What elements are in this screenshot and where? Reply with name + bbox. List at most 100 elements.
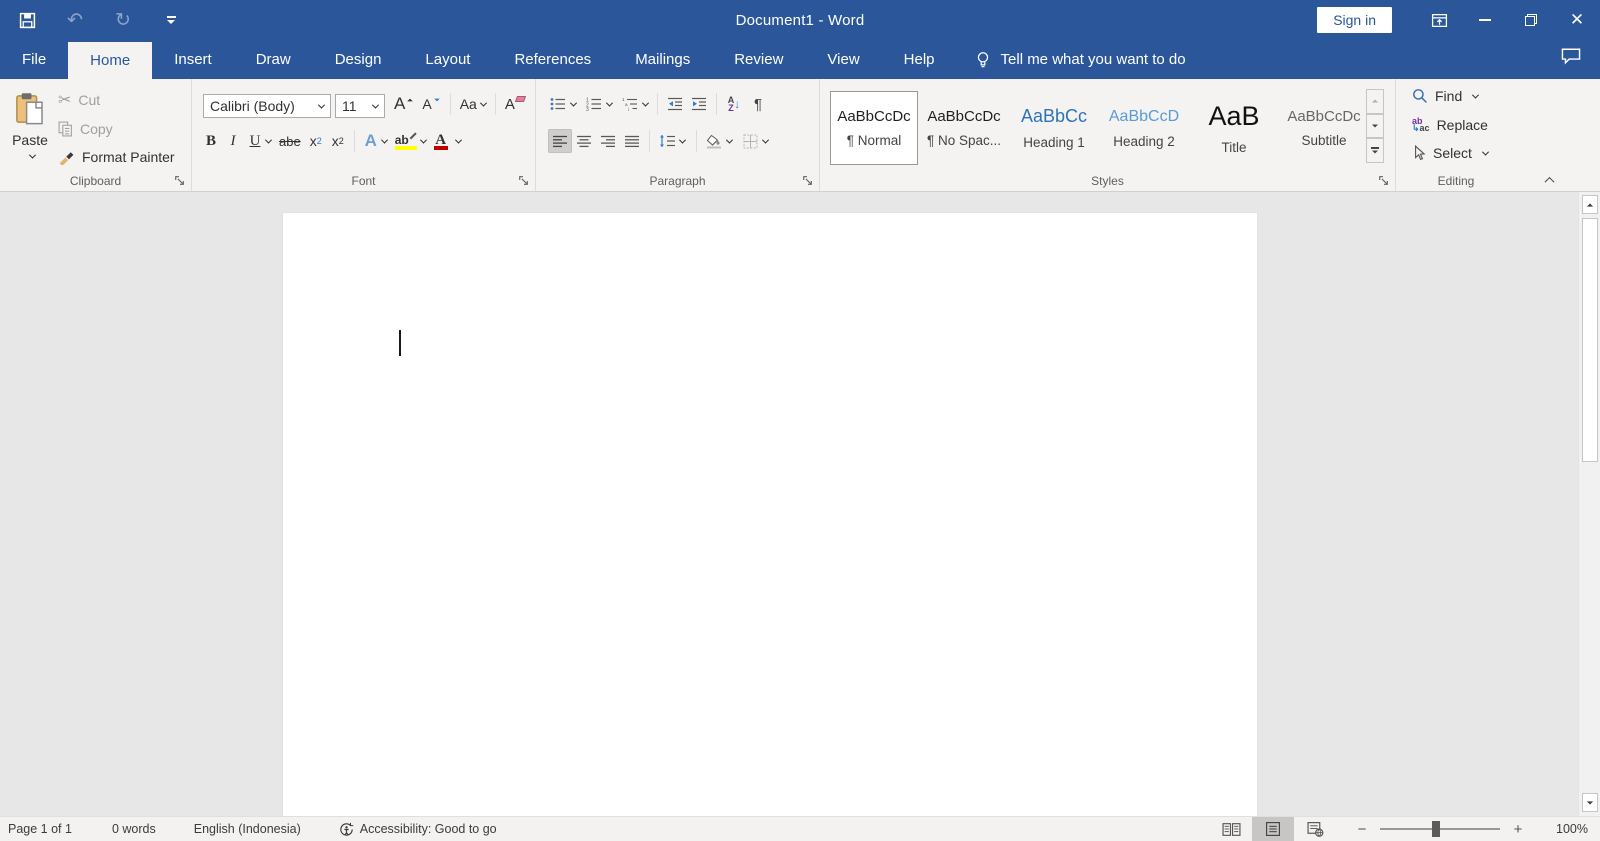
strikethrough-button[interactable]: abe <box>275 129 305 153</box>
paragraph-dialog-launcher-icon[interactable] <box>801 174 814 187</box>
decrease-indent-button[interactable] <box>663 92 687 116</box>
tab-insert[interactable]: Insert <box>152 40 234 79</box>
clear-formatting-button[interactable]: A <box>501 92 529 116</box>
shrink-font-button[interactable]: A <box>418 92 444 116</box>
tab-help[interactable]: Help <box>882 40 957 79</box>
styles-scroll-down-icon[interactable] <box>1366 113 1384 139</box>
bold-button[interactable]: B <box>200 129 222 153</box>
font-dialog-launcher-icon[interactable] <box>517 174 530 187</box>
font-name-combobox[interactable]: Calibri (Body) <box>203 94 331 118</box>
tab-layout[interactable]: Layout <box>403 40 492 79</box>
change-case-button[interactable]: Aa <box>456 92 490 116</box>
underline-dropdown-icon[interactable] <box>264 136 273 144</box>
styles-gallery-more-icon[interactable] <box>1366 138 1384 164</box>
highlight-dropdown-icon[interactable] <box>419 136 427 144</box>
collapse-ribbon-icon[interactable] <box>1540 171 1558 189</box>
numbering-button[interactable]: 123 <box>582 92 606 116</box>
align-left-button[interactable] <box>548 129 572 153</box>
font-size-combobox[interactable]: 11 <box>335 94 385 118</box>
find-button[interactable]: Find <box>1412 88 1480 104</box>
close-button[interactable]: ✕ <box>1554 0 1600 40</box>
tab-review[interactable]: Review <box>712 40 805 79</box>
text-highlight-button[interactable]: ab <box>391 129 421 153</box>
text-effects-dropdown-icon[interactable] <box>380 136 388 144</box>
ribbon-display-options-icon[interactable] <box>1416 0 1462 40</box>
justify-button[interactable] <box>620 129 644 153</box>
align-center-button[interactable] <box>572 129 596 153</box>
font-name-dropdown-icon[interactable] <box>317 101 326 109</box>
document-page[interactable] <box>283 213 1257 816</box>
find-dropdown-icon[interactable] <box>1472 91 1480 99</box>
word-count-status[interactable]: 0 words <box>100 817 168 841</box>
grow-font-button[interactable]: A <box>390 92 418 116</box>
style-heading-2[interactable]: AaBbCcD Heading 2 <box>1100 91 1188 165</box>
bullets-button[interactable] <box>546 92 570 116</box>
multilevel-dropdown-icon[interactable] <box>641 99 650 107</box>
tab-design[interactable]: Design <box>313 40 404 79</box>
styles-scroll-up-icon[interactable] <box>1366 89 1384 114</box>
style-heading-1[interactable]: AaBbCc Heading 1 <box>1010 91 1098 165</box>
comments-icon[interactable] <box>1560 46 1582 66</box>
restore-button[interactable] <box>1508 0 1554 40</box>
zoom-in-icon[interactable]: + <box>1510 821 1526 838</box>
numbering-dropdown-icon[interactable] <box>605 99 614 107</box>
multilevel-list-button[interactable]: 1ai <box>618 92 642 116</box>
paste-button[interactable]: Paste <box>8 88 52 174</box>
sign-in-button[interactable]: Sign in <box>1317 7 1392 33</box>
zoom-out-icon[interactable]: − <box>1354 821 1370 838</box>
bullets-dropdown-icon[interactable] <box>569 99 578 107</box>
align-right-button[interactable] <box>596 129 620 153</box>
shading-button[interactable] <box>702 129 726 153</box>
scroll-down-icon[interactable] <box>1582 793 1598 812</box>
minimize-button[interactable] <box>1462 0 1508 40</box>
subscript-button[interactable]: x2 <box>305 129 327 153</box>
tab-view[interactable]: View <box>805 40 881 79</box>
zoom-percentage[interactable]: 100% <box>1540 822 1588 836</box>
font-color-dropdown-icon[interactable] <box>454 136 462 144</box>
print-layout-button[interactable] <box>1252 816 1294 841</box>
zoom-slider[interactable] <box>1380 821 1500 837</box>
page-count-status[interactable]: Page 1 of 1 <box>0 817 84 841</box>
zoom-slider-thumb[interactable] <box>1432 821 1440 837</box>
format-painter-button[interactable]: Format Painter <box>58 145 175 169</box>
increase-indent-button[interactable] <box>687 92 711 116</box>
font-size-dropdown-icon[interactable] <box>371 101 380 109</box>
tab-file[interactable]: File <box>0 40 68 79</box>
underline-button[interactable]: U <box>244 129 266 153</box>
paste-dropdown-icon[interactable] <box>28 151 36 159</box>
select-dropdown-icon[interactable] <box>1481 148 1489 156</box>
style-normal[interactable]: AaBbCcDc ¶ Normal <box>830 91 918 165</box>
scrollbar-thumb[interactable] <box>1582 218 1598 462</box>
style-subtitle[interactable]: AaBbCcDc Subtitle <box>1280 91 1368 165</box>
read-mode-button[interactable] <box>1210 817 1252 841</box>
replace-button[interactable]: ab ↳ac Replace <box>1412 117 1488 134</box>
show-hide-pilcrow-button[interactable]: ¶ <box>746 92 770 116</box>
scroll-up-icon[interactable] <box>1582 195 1598 214</box>
shading-dropdown-icon[interactable] <box>725 136 734 144</box>
web-layout-button[interactable] <box>1294 817 1336 841</box>
line-spacing-button[interactable] <box>655 129 679 153</box>
vertical-scrollbar[interactable] <box>1578 192 1600 816</box>
font-color-button[interactable]: A <box>430 129 452 153</box>
sort-button[interactable]: AZ ↓ <box>722 92 746 116</box>
group-font: Calibri (Body) 11 A A Aa A B I U abe x 2… <box>192 79 536 191</box>
accessibility-status[interactable]: Accessibility: Good to go <box>327 817 509 841</box>
style-no-spacing[interactable]: AaBbCcDc ¶ No Spac... <box>920 91 1008 165</box>
styles-group-label: Styles <box>1091 174 1124 188</box>
language-status[interactable]: English (Indonesia) <box>182 817 313 841</box>
italic-button[interactable]: I <box>222 129 244 153</box>
tell-me-box[interactable]: Tell me what you want to do <box>975 40 1186 79</box>
styles-dialog-launcher-icon[interactable] <box>1377 174 1390 187</box>
tab-references[interactable]: References <box>492 40 613 79</box>
tab-home[interactable]: Home <box>68 42 153 79</box>
line-spacing-dropdown-icon[interactable] <box>678 136 687 144</box>
borders-dropdown-icon[interactable] <box>761 136 770 144</box>
tab-mailings[interactable]: Mailings <box>613 40 712 79</box>
borders-button[interactable] <box>738 129 762 153</box>
superscript-button[interactable]: x2 <box>327 129 349 153</box>
clipboard-dialog-launcher-icon[interactable] <box>173 174 186 187</box>
style-title[interactable]: AaB Title <box>1190 91 1278 165</box>
tab-draw[interactable]: Draw <box>234 40 313 79</box>
select-button[interactable]: Select <box>1412 145 1489 161</box>
text-effects-button[interactable]: A <box>360 129 382 153</box>
